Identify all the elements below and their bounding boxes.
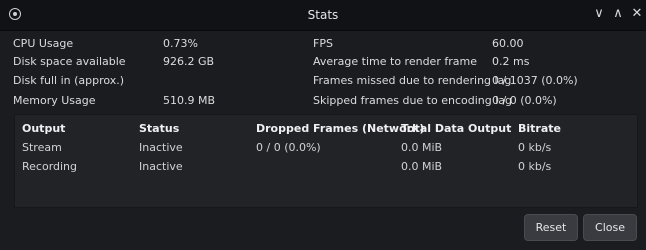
stats-window: Stats ∨ ∧ ✕ CPU Usage 0.73% Disk space a… (0, 0, 646, 250)
column-header-bitrate: Bitrate (518, 122, 561, 135)
close-icon[interactable]: ✕ (629, 6, 645, 22)
output-table: Output Status Dropped Frames (Network) T… (14, 114, 638, 208)
frames-missed-label: Frames missed due to rendering lag (313, 74, 512, 87)
column-header-total-data: Total Data Output (401, 122, 512, 135)
column-header-status: Status (139, 122, 180, 135)
skipped-frames-label: Skipped frames due to encoding lag (313, 94, 513, 107)
table-cell-dropped-frames: 0 / 0 (0.0%) (256, 141, 321, 154)
close-button[interactable]: Close (583, 214, 637, 241)
table-cell-output: Recording (22, 160, 78, 173)
disk-space-value: 926.2 GB (163, 55, 215, 68)
column-header-dropped-frames: Dropped Frames (Network) (256, 122, 425, 135)
memory-usage-value: 510.9 MB (163, 94, 216, 107)
window-title: Stats (307, 8, 339, 22)
avg-render-time-value: 0.2 ms (492, 55, 530, 68)
titlebar: Stats ∨ ∧ ✕ (0, 0, 646, 31)
table-cell-bitrate: 0 kb/s (518, 141, 552, 154)
reset-button[interactable]: Reset (524, 214, 578, 241)
frames-missed-value: 0 / 1037 (0.0%) (492, 74, 578, 87)
fps-value: 60.00 (492, 37, 524, 50)
disk-space-label: Disk space available (13, 55, 126, 68)
skipped-frames-value: 0 / 0 (0.0%) (492, 94, 557, 107)
column-header-output: Output (22, 122, 66, 135)
avg-render-time-label: Average time to render frame (313, 55, 477, 68)
table-cell-total-data: 0.0 MiB (401, 141, 443, 154)
fps-label: FPS (313, 37, 333, 50)
disk-full-label: Disk full in (approx.) (13, 74, 125, 87)
table-cell-total-data: 0.0 MiB (401, 160, 443, 173)
cpu-usage-value: 0.73% (163, 37, 198, 50)
table-cell-output: Stream (22, 141, 62, 154)
table-cell-bitrate: 0 kb/s (518, 160, 552, 173)
table-cell-status: Inactive (139, 160, 183, 173)
memory-usage-label: Memory Usage (13, 94, 96, 107)
table-cell-status: Inactive (139, 141, 183, 154)
maximize-icon[interactable]: ∧ (610, 6, 626, 22)
minimize-icon[interactable]: ∨ (591, 6, 607, 22)
cpu-usage-label: CPU Usage (13, 37, 74, 50)
